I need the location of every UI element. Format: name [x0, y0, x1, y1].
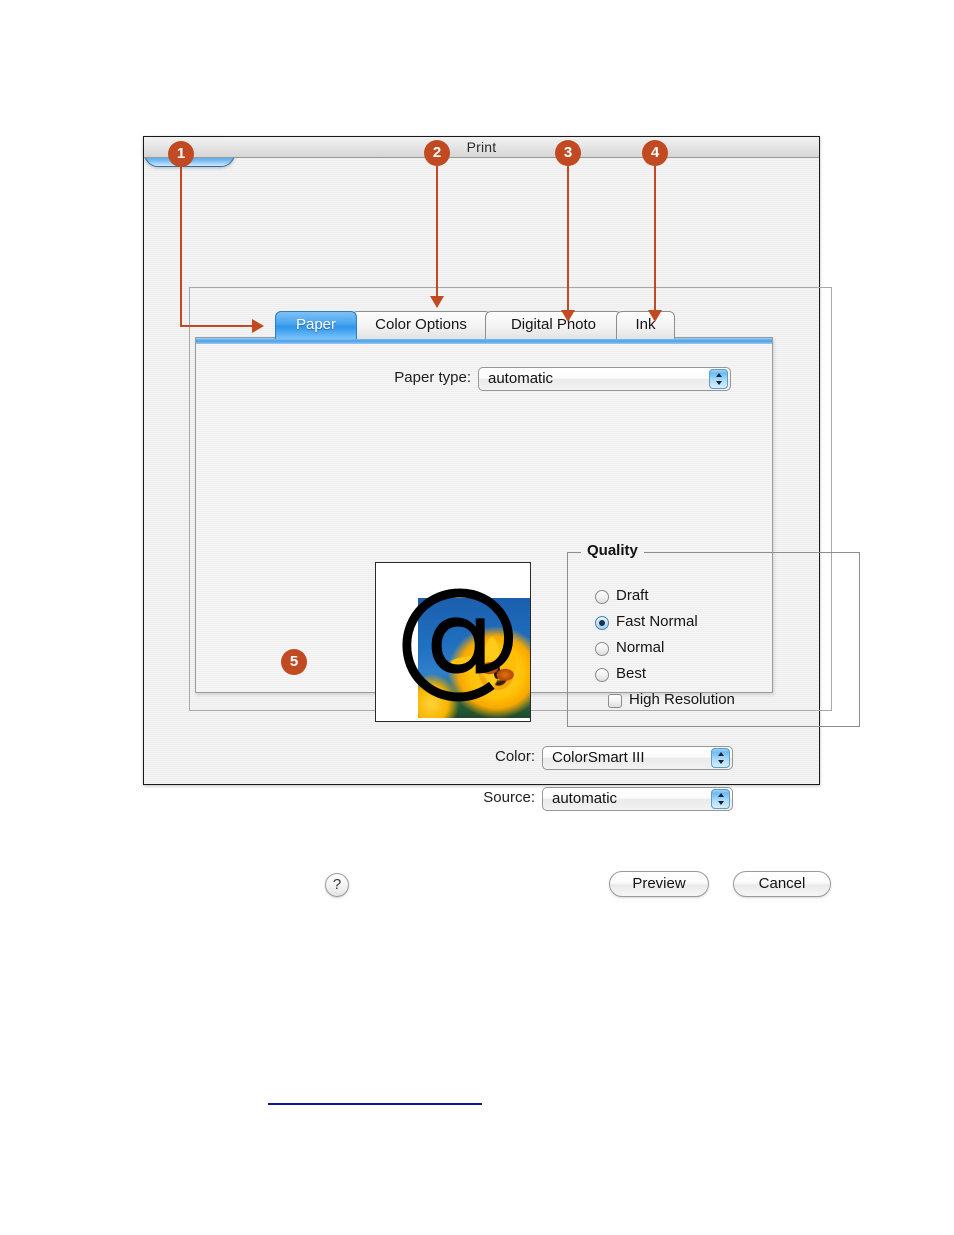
- tab-ink[interactable]: Ink: [616, 311, 675, 339]
- dialog-titlebar[interactable]: Print: [144, 137, 819, 158]
- source-stepper-icon[interactable]: [711, 789, 730, 809]
- quality-option-draft-label: Draft: [616, 587, 649, 604]
- radio-normal-icon[interactable]: [595, 642, 609, 656]
- callout-1-leader-vertical: [180, 167, 182, 327]
- callout-4-leader: [654, 166, 656, 312]
- source-popup[interactable]: automatic: [542, 787, 733, 811]
- tab-paper[interactable]: Paper: [275, 311, 357, 339]
- tab-color-options-label: Color Options: [375, 316, 467, 333]
- radio-fast-normal-icon[interactable]: [595, 616, 609, 630]
- at-symbol-icon: @: [394, 562, 522, 710]
- callout-1-arrowhead: [252, 319, 264, 333]
- color-popup[interactable]: ColorSmart III: [542, 746, 733, 770]
- quality-legend: Quality: [581, 542, 644, 559]
- callout-marker-4: 4: [642, 140, 668, 166]
- tab-color-options[interactable]: Color Options: [351, 311, 491, 339]
- color-value: ColorSmart III: [552, 749, 645, 766]
- callout-2-arrowhead: [430, 296, 444, 308]
- callout-4-arrowhead: [648, 310, 662, 322]
- high-resolution-label: High Resolution: [629, 691, 735, 708]
- callout-marker-5: 5: [281, 649, 307, 675]
- callout-3-arrowhead: [561, 310, 575, 322]
- callout-marker-2: 2: [424, 140, 450, 166]
- preview-button[interactable]: Preview: [609, 871, 709, 897]
- color-stepper-icon[interactable]: [711, 748, 730, 768]
- quality-option-best-label: Best: [616, 665, 647, 682]
- cancel-button[interactable]: Cancel: [733, 871, 831, 897]
- dialog-title: Print: [466, 139, 497, 155]
- paper-type-value: automatic: [488, 370, 554, 387]
- document-thumbnail: @: [375, 562, 531, 722]
- callout-marker-3: 3: [555, 140, 581, 166]
- callout-2-leader: [436, 166, 438, 298]
- checkbox-high-resolution-icon[interactable]: [608, 694, 622, 708]
- radio-draft-icon[interactable]: [595, 590, 609, 604]
- color-label: Color:: [494, 748, 535, 765]
- callout-3-leader: [567, 166, 569, 312]
- paper-type-stepper-icon[interactable]: [709, 369, 728, 389]
- callout-marker-1: 1: [168, 141, 194, 167]
- print-dialog: Print Printer: deskjet 6122 Presets: Sta…: [143, 136, 860, 897]
- source-label: Source:: [483, 789, 535, 806]
- source-value: automatic: [552, 790, 618, 807]
- paper-type-label: Paper type:: [394, 369, 471, 386]
- callout-1-leader-horizontal: [180, 325, 254, 327]
- quality-option-fast-normal-label: Fast Normal: [616, 613, 698, 630]
- quality-option-normal-label: Normal: [616, 639, 665, 656]
- paper-type-popup[interactable]: automatic: [478, 367, 731, 391]
- tab-paper-label: Paper: [295, 316, 337, 333]
- tab-digital-photo-label: Digital Photo: [510, 316, 597, 333]
- tab-digital-photo[interactable]: Digital Photo: [485, 311, 622, 339]
- footer-rule: [268, 1103, 482, 1105]
- radio-best-icon[interactable]: [595, 668, 609, 682]
- help-button[interactable]: ?: [325, 873, 349, 897]
